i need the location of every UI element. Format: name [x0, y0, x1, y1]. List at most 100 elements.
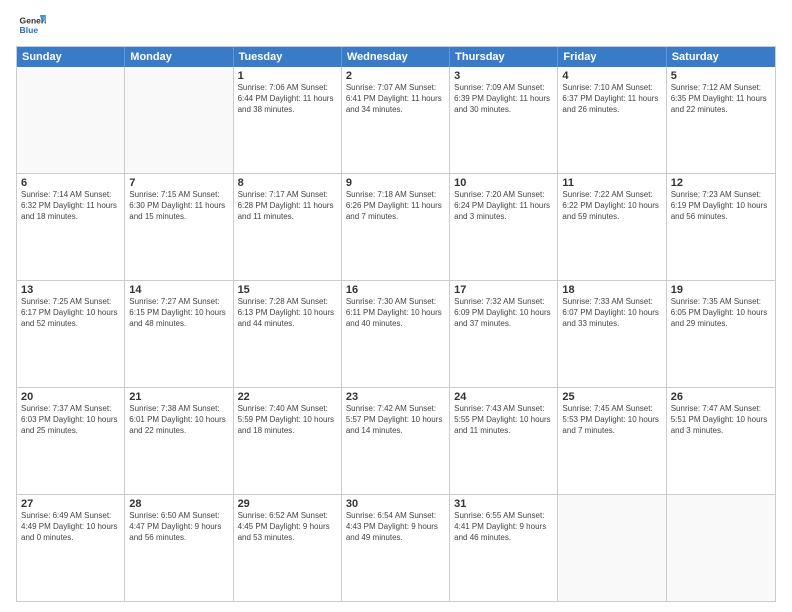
calendar-cell: 18Sunrise: 7:33 AM Sunset: 6:07 PM Dayli… [558, 281, 666, 387]
calendar-cell: 2Sunrise: 7:07 AM Sunset: 6:41 PM Daylig… [342, 67, 450, 173]
day-info: Sunrise: 7:17 AM Sunset: 6:28 PM Dayligh… [238, 190, 337, 222]
calendar-cell: 26Sunrise: 7:47 AM Sunset: 5:51 PM Dayli… [667, 388, 775, 494]
header: General Blue [16, 12, 776, 40]
day-number: 17 [454, 284, 553, 296]
calendar-cell: 5Sunrise: 7:12 AM Sunset: 6:35 PM Daylig… [667, 67, 775, 173]
calendar-row-3: 13Sunrise: 7:25 AM Sunset: 6:17 PM Dayli… [17, 280, 775, 387]
calendar: SundayMondayTuesdayWednesdayThursdayFrid… [16, 46, 776, 602]
day-info: Sunrise: 7:25 AM Sunset: 6:17 PM Dayligh… [21, 297, 120, 329]
day-number: 30 [346, 498, 445, 510]
day-number: 2 [346, 70, 445, 82]
calendar-row-1: 1Sunrise: 7:06 AM Sunset: 6:44 PM Daylig… [17, 67, 775, 173]
calendar-cell: 25Sunrise: 7:45 AM Sunset: 5:53 PM Dayli… [558, 388, 666, 494]
day-info: Sunrise: 7:22 AM Sunset: 6:22 PM Dayligh… [562, 190, 661, 222]
calendar-cell: 4Sunrise: 7:10 AM Sunset: 6:37 PM Daylig… [558, 67, 666, 173]
calendar-header: SundayMondayTuesdayWednesdayThursdayFrid… [17, 47, 775, 67]
calendar-cell: 11Sunrise: 7:22 AM Sunset: 6:22 PM Dayli… [558, 174, 666, 280]
calendar-cell: 29Sunrise: 6:52 AM Sunset: 4:45 PM Dayli… [234, 495, 342, 601]
calendar-cell: 27Sunrise: 6:49 AM Sunset: 4:49 PM Dayli… [17, 495, 125, 601]
calendar-cell: 20Sunrise: 7:37 AM Sunset: 6:03 PM Dayli… [17, 388, 125, 494]
calendar-row-4: 20Sunrise: 7:37 AM Sunset: 6:03 PM Dayli… [17, 387, 775, 494]
day-number: 27 [21, 498, 120, 510]
day-number: 9 [346, 177, 445, 189]
day-number: 22 [238, 391, 337, 403]
day-info: Sunrise: 7:35 AM Sunset: 6:05 PM Dayligh… [671, 297, 771, 329]
day-number: 23 [346, 391, 445, 403]
day-number: 21 [129, 391, 228, 403]
day-number: 18 [562, 284, 661, 296]
day-info: Sunrise: 7:38 AM Sunset: 6:01 PM Dayligh… [129, 404, 228, 436]
calendar-cell: 3Sunrise: 7:09 AM Sunset: 6:39 PM Daylig… [450, 67, 558, 173]
day-info: Sunrise: 7:18 AM Sunset: 6:26 PM Dayligh… [346, 190, 445, 222]
calendar-cell: 14Sunrise: 7:27 AM Sunset: 6:15 PM Dayli… [125, 281, 233, 387]
day-info: Sunrise: 6:52 AM Sunset: 4:45 PM Dayligh… [238, 511, 337, 543]
day-info: Sunrise: 7:37 AM Sunset: 6:03 PM Dayligh… [21, 404, 120, 436]
day-info: Sunrise: 7:32 AM Sunset: 6:09 PM Dayligh… [454, 297, 553, 329]
day-number: 3 [454, 70, 553, 82]
day-number: 5 [671, 70, 771, 82]
day-info: Sunrise: 7:07 AM Sunset: 6:41 PM Dayligh… [346, 83, 445, 115]
day-info: Sunrise: 7:10 AM Sunset: 6:37 PM Dayligh… [562, 83, 661, 115]
calendar-cell: 9Sunrise: 7:18 AM Sunset: 6:26 PM Daylig… [342, 174, 450, 280]
day-info: Sunrise: 7:27 AM Sunset: 6:15 PM Dayligh… [129, 297, 228, 329]
svg-text:Blue: Blue [20, 25, 39, 35]
day-info: Sunrise: 6:50 AM Sunset: 4:47 PM Dayligh… [129, 511, 228, 543]
day-info: Sunrise: 7:12 AM Sunset: 6:35 PM Dayligh… [671, 83, 771, 115]
day-info: Sunrise: 7:28 AM Sunset: 6:13 PM Dayligh… [238, 297, 337, 329]
calendar-cell: 12Sunrise: 7:23 AM Sunset: 6:19 PM Dayli… [667, 174, 775, 280]
day-info: Sunrise: 6:54 AM Sunset: 4:43 PM Dayligh… [346, 511, 445, 543]
day-info: Sunrise: 7:33 AM Sunset: 6:07 PM Dayligh… [562, 297, 661, 329]
day-number: 14 [129, 284, 228, 296]
day-info: Sunrise: 6:55 AM Sunset: 4:41 PM Dayligh… [454, 511, 553, 543]
calendar-cell: 24Sunrise: 7:43 AM Sunset: 5:55 PM Dayli… [450, 388, 558, 494]
day-number: 26 [671, 391, 771, 403]
day-info: Sunrise: 7:40 AM Sunset: 5:59 PM Dayligh… [238, 404, 337, 436]
calendar-cell: 21Sunrise: 7:38 AM Sunset: 6:01 PM Dayli… [125, 388, 233, 494]
calendar-cell: 7Sunrise: 7:15 AM Sunset: 6:30 PM Daylig… [125, 174, 233, 280]
day-number: 28 [129, 498, 228, 510]
weekday-header-wednesday: Wednesday [342, 47, 450, 67]
calendar-row-2: 6Sunrise: 7:14 AM Sunset: 6:32 PM Daylig… [17, 173, 775, 280]
calendar-cell: 22Sunrise: 7:40 AM Sunset: 5:59 PM Dayli… [234, 388, 342, 494]
day-info: Sunrise: 6:49 AM Sunset: 4:49 PM Dayligh… [21, 511, 120, 543]
calendar-cell: 15Sunrise: 7:28 AM Sunset: 6:13 PM Dayli… [234, 281, 342, 387]
page: General Blue SundayMondayTuesdayWednesda… [0, 0, 792, 612]
day-info: Sunrise: 7:20 AM Sunset: 6:24 PM Dayligh… [454, 190, 553, 222]
calendar-cell: 6Sunrise: 7:14 AM Sunset: 6:32 PM Daylig… [17, 174, 125, 280]
weekday-header-sunday: Sunday [17, 47, 125, 67]
logo-icon: General Blue [18, 12, 46, 40]
day-number: 16 [346, 284, 445, 296]
day-number: 15 [238, 284, 337, 296]
calendar-cell: 10Sunrise: 7:20 AM Sunset: 6:24 PM Dayli… [450, 174, 558, 280]
day-number: 20 [21, 391, 120, 403]
calendar-cell [17, 67, 125, 173]
calendar-cell: 17Sunrise: 7:32 AM Sunset: 6:09 PM Dayli… [450, 281, 558, 387]
calendar-cell: 31Sunrise: 6:55 AM Sunset: 4:41 PM Dayli… [450, 495, 558, 601]
day-info: Sunrise: 7:45 AM Sunset: 5:53 PM Dayligh… [562, 404, 661, 436]
day-info: Sunrise: 7:47 AM Sunset: 5:51 PM Dayligh… [671, 404, 771, 436]
weekday-header-monday: Monday [125, 47, 233, 67]
calendar-cell [667, 495, 775, 601]
day-info: Sunrise: 7:06 AM Sunset: 6:44 PM Dayligh… [238, 83, 337, 115]
calendar-cell: 16Sunrise: 7:30 AM Sunset: 6:11 PM Dayli… [342, 281, 450, 387]
day-number: 12 [671, 177, 771, 189]
day-number: 11 [562, 177, 661, 189]
calendar-cell: 23Sunrise: 7:42 AM Sunset: 5:57 PM Dayli… [342, 388, 450, 494]
day-info: Sunrise: 7:42 AM Sunset: 5:57 PM Dayligh… [346, 404, 445, 436]
calendar-row-5: 27Sunrise: 6:49 AM Sunset: 4:49 PM Dayli… [17, 494, 775, 601]
day-info: Sunrise: 7:43 AM Sunset: 5:55 PM Dayligh… [454, 404, 553, 436]
day-number: 29 [238, 498, 337, 510]
weekday-header-tuesday: Tuesday [234, 47, 342, 67]
day-number: 8 [238, 177, 337, 189]
calendar-cell [558, 495, 666, 601]
day-info: Sunrise: 7:23 AM Sunset: 6:19 PM Dayligh… [671, 190, 771, 222]
calendar-cell [125, 67, 233, 173]
day-info: Sunrise: 7:09 AM Sunset: 6:39 PM Dayligh… [454, 83, 553, 115]
day-number: 19 [671, 284, 771, 296]
day-info: Sunrise: 7:15 AM Sunset: 6:30 PM Dayligh… [129, 190, 228, 222]
weekday-header-thursday: Thursday [450, 47, 558, 67]
calendar-cell: 13Sunrise: 7:25 AM Sunset: 6:17 PM Dayli… [17, 281, 125, 387]
calendar-cell: 28Sunrise: 6:50 AM Sunset: 4:47 PM Dayli… [125, 495, 233, 601]
logo: General Blue [16, 12, 46, 40]
day-number: 6 [21, 177, 120, 189]
